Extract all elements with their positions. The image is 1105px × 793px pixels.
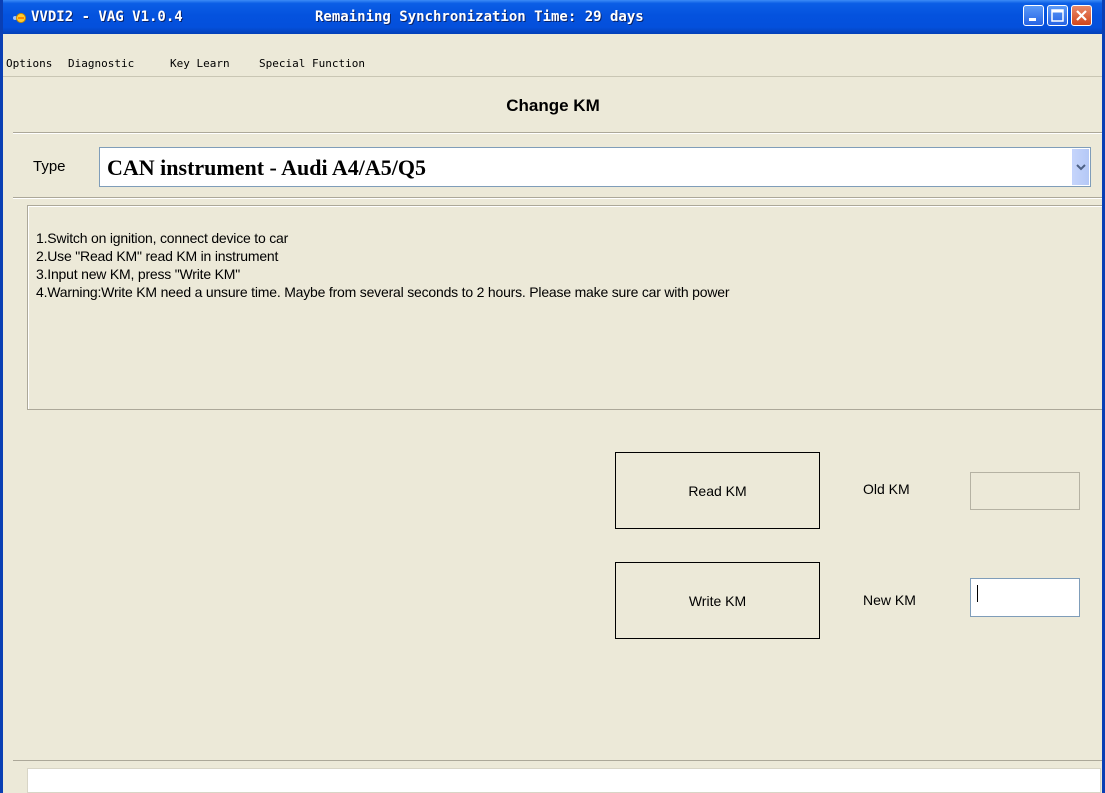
read-km-button[interactable]: Read KM <box>615 452 820 529</box>
app-window: VVDI2 - VAG V1.0.4 Remaining Synchroniza… <box>0 0 1105 793</box>
text-caret <box>977 585 978 602</box>
instruction-line: 3.Input new KM, press "Write KM" <box>36 266 241 282</box>
write-km-button[interactable]: Write KM <box>615 562 820 639</box>
maximize-icon <box>1051 9 1064 22</box>
instruction-line: 4.Warning:Write KM need a unsure time. M… <box>36 284 730 300</box>
write-km-label: Write KM <box>688 593 747 609</box>
instruction-line: 1.Switch on ignition, connect device to … <box>36 230 289 246</box>
sync-time-text: Remaining Synchronization Time: 29 days <box>315 9 644 25</box>
close-button[interactable] <box>1071 5 1092 26</box>
menu-separator <box>3 76 1102 77</box>
menu-bar: Options Diagnostic Key Learn Special Fun… <box>3 53 1102 75</box>
new-km-input[interactable] <box>970 578 1080 617</box>
maximize-button[interactable] <box>1047 5 1068 26</box>
menu-options[interactable]: Options <box>6 57 52 70</box>
old-km-field <box>970 472 1080 510</box>
minimize-icon <box>1029 18 1036 21</box>
menu-diagnostic[interactable]: Diagnostic <box>68 57 134 70</box>
menu-key-learn[interactable]: Key Learn <box>170 57 230 70</box>
status-bar <box>27 768 1101 793</box>
dropdown-button[interactable] <box>1072 149 1089 185</box>
divider-highlight <box>13 198 1102 199</box>
menu-special-function[interactable]: Special Function <box>259 57 365 70</box>
old-km-label: Old KM <box>863 481 910 497</box>
type-label: Type <box>33 158 66 175</box>
divider-highlight <box>13 133 1102 134</box>
new-km-label: New KM <box>863 592 916 608</box>
instructions-box: 1.Switch on ignition, connect device to … <box>27 205 1102 410</box>
minimize-button[interactable] <box>1023 5 1044 26</box>
page-title: Change KM <box>506 96 600 115</box>
type-selected-value: CAN instrument - Audi A4/A5/Q5 <box>107 155 427 180</box>
status-separator <box>13 760 1102 761</box>
window-title: VVDI2 - VAG V1.0.4 <box>31 9 183 25</box>
close-icon <box>1076 10 1087 21</box>
chevron-down-icon <box>1076 164 1086 171</box>
title-bar[interactable]: VVDI2 - VAG V1.0.4 Remaining Synchroniza… <box>3 0 1102 34</box>
read-km-label: Read KM <box>688 483 747 499</box>
instruction-line: 2.Use "Read KM" read KM in instrument <box>36 248 279 264</box>
app-icon <box>11 10 27 24</box>
type-select[interactable]: CAN instrument - Audi A4/A5/Q5 <box>99 147 1091 187</box>
